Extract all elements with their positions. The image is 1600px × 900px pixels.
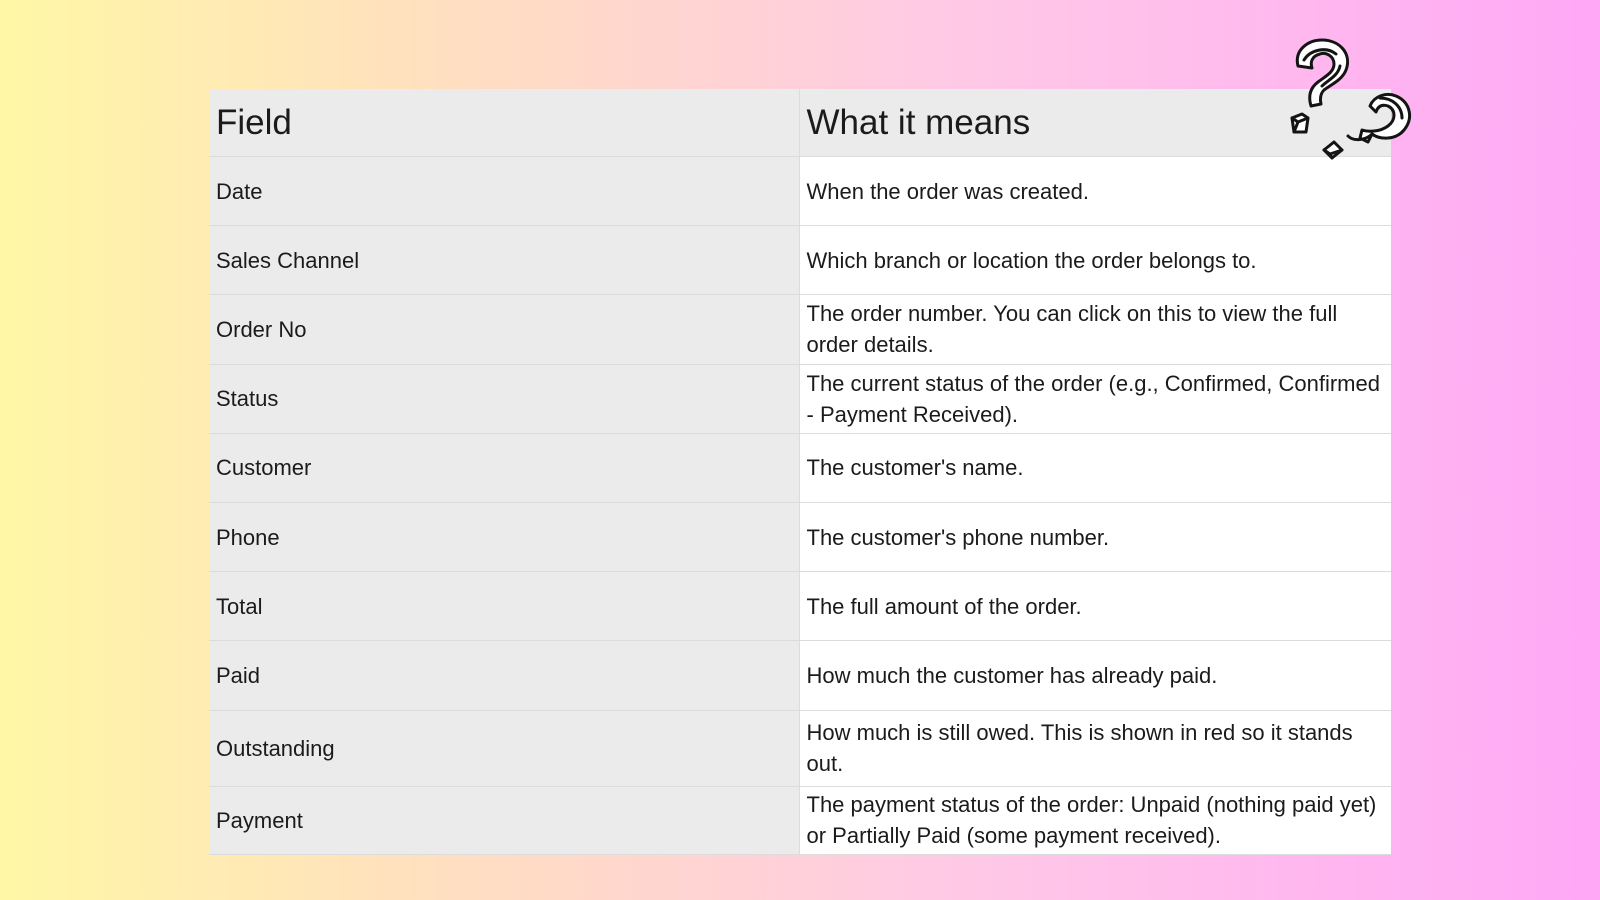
field-meaning: The order number. You can click on this … bbox=[799, 294, 1391, 365]
field-name: Customer bbox=[209, 433, 800, 503]
table-row: Date When the order was created. bbox=[209, 156, 1391, 227]
table-row: Sales Channel Which branch or location t… bbox=[209, 225, 1391, 296]
table-row: Customer The customer's name. bbox=[209, 433, 1391, 503]
field-meaning: The customer's phone number. bbox=[799, 502, 1391, 573]
table-row: Order No The order number. You can click… bbox=[209, 294, 1391, 365]
question-marks-icon bbox=[1290, 38, 1412, 160]
field-name: Order No bbox=[209, 294, 800, 365]
table-row: Total The full amount of the order. bbox=[209, 571, 1391, 642]
table-row: Outstanding How much is still owed. This… bbox=[209, 710, 1391, 787]
fields-table: Field What it means Date When the order … bbox=[209, 89, 1391, 856]
field-meaning: The current status of the order (e.g., C… bbox=[799, 364, 1391, 434]
field-meaning: How much the customer has already paid. bbox=[799, 640, 1391, 711]
table-row: Paid How much the customer has already p… bbox=[209, 640, 1391, 711]
field-name: Payment bbox=[209, 786, 800, 856]
fields-table-container: Field What it means Date When the order … bbox=[209, 89, 1391, 856]
field-name: Total bbox=[209, 571, 800, 642]
table-row: Status The current status of the order (… bbox=[209, 364, 1391, 434]
field-meaning: The customer's name. bbox=[799, 433, 1391, 503]
field-meaning: How much is still owed. This is shown in… bbox=[799, 710, 1391, 787]
field-meaning: Which branch or location the order belon… bbox=[799, 225, 1391, 296]
field-meaning: The full amount of the order. bbox=[799, 571, 1391, 642]
table-header-row: Field What it means bbox=[209, 89, 1391, 157]
field-name: Outstanding bbox=[209, 710, 800, 787]
field-name: Phone bbox=[209, 502, 800, 573]
table-row: Phone The customer's phone number. bbox=[209, 502, 1391, 573]
field-name: Paid bbox=[209, 640, 800, 711]
field-meaning: The payment status of the order: Unpaid … bbox=[799, 786, 1391, 856]
field-name: Sales Channel bbox=[209, 225, 800, 296]
field-name: Status bbox=[209, 364, 800, 434]
table-row: Payment The payment status of the order:… bbox=[209, 786, 1391, 856]
field-name: Date bbox=[209, 156, 800, 227]
header-field: Field bbox=[209, 89, 800, 157]
